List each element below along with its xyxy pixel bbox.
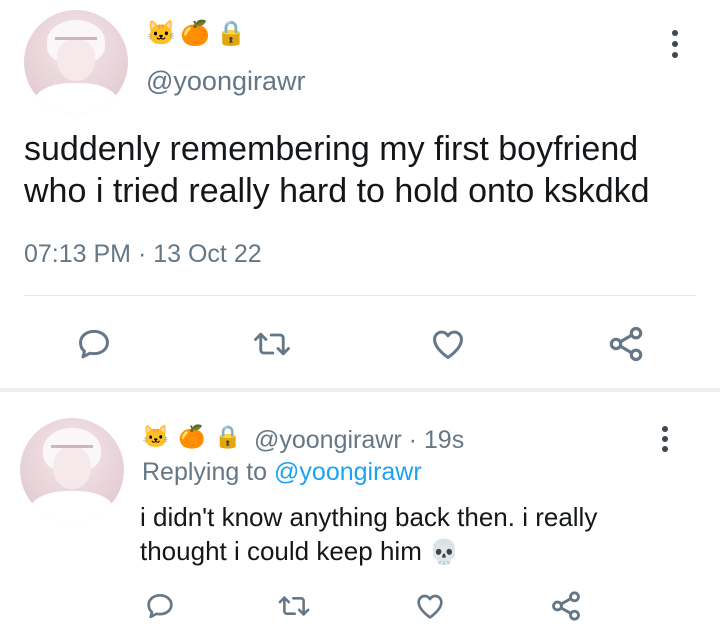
share-icon (552, 591, 580, 621)
heart-icon (417, 594, 443, 619)
timestamp[interactable]: 07:13 PM · 13 Oct 22 (24, 240, 262, 269)
user-handle[interactable]: @yoongirawr (254, 426, 402, 454)
main-tweet: 🐱 🍊 🔒 @yoongirawr suddenly remembering m… (0, 0, 720, 390)
cat-emoji: 🐱 (146, 20, 176, 47)
reply-text-line: thought i could keep him 💀 (140, 534, 700, 570)
like-button[interactable] (426, 322, 470, 366)
lock-emoji: 🔒 (214, 424, 242, 449)
divider (24, 295, 696, 296)
reply-button[interactable] (140, 586, 180, 626)
retweet-button[interactable] (272, 586, 316, 626)
share-button[interactable] (604, 322, 648, 366)
heart-icon (433, 330, 463, 359)
speech-bubble-icon (147, 594, 173, 619)
replying-to: Replying to @yoongirawr (142, 458, 422, 487)
retweet-button[interactable] (248, 322, 296, 366)
lock-emoji: 🔒 (216, 20, 246, 47)
cat-emoji: 🐱 (142, 424, 170, 449)
reply-button[interactable] (72, 322, 116, 366)
orange-emoji: 🍊 (180, 20, 210, 47)
speech-bubble-icon (79, 329, 109, 359)
tweet-text-line: who i tried really hard to hold onto ksk… (24, 172, 650, 210)
tweet-text-line: suddenly remembering my first boyfriend (24, 130, 639, 168)
orange-emoji: 🍊 (178, 424, 206, 449)
reply-text: i didn't know anything back then. i real… (140, 500, 700, 570)
replying-to-label: Replying to (142, 458, 268, 486)
skull-emoji: 💀 (429, 539, 459, 566)
replying-to-handle[interactable]: @yoongirawr (274, 458, 422, 486)
more-vertical-icon[interactable] (672, 30, 678, 58)
more-vertical-icon[interactable] (662, 426, 668, 452)
reply-header: @yoongirawr · 19s (254, 426, 464, 455)
share-icon (609, 326, 643, 362)
tweet-text: suddenly remembering my first boyfriend … (24, 128, 704, 212)
retweet-icon (278, 596, 310, 616)
reply-text-line2: thought i could keep him (140, 536, 422, 566)
like-button[interactable] (410, 586, 450, 626)
reply-text-line: i didn't know anything back then. i real… (140, 502, 598, 532)
user-handle[interactable]: @yoongirawr (146, 66, 305, 97)
time-ago: 19s (423, 426, 465, 454)
share-button[interactable] (546, 586, 586, 626)
avatar[interactable] (20, 418, 124, 522)
section-divider (0, 388, 720, 392)
retweet-icon (254, 332, 290, 356)
avatar[interactable] (24, 10, 128, 114)
separator-dot: · (408, 426, 417, 454)
